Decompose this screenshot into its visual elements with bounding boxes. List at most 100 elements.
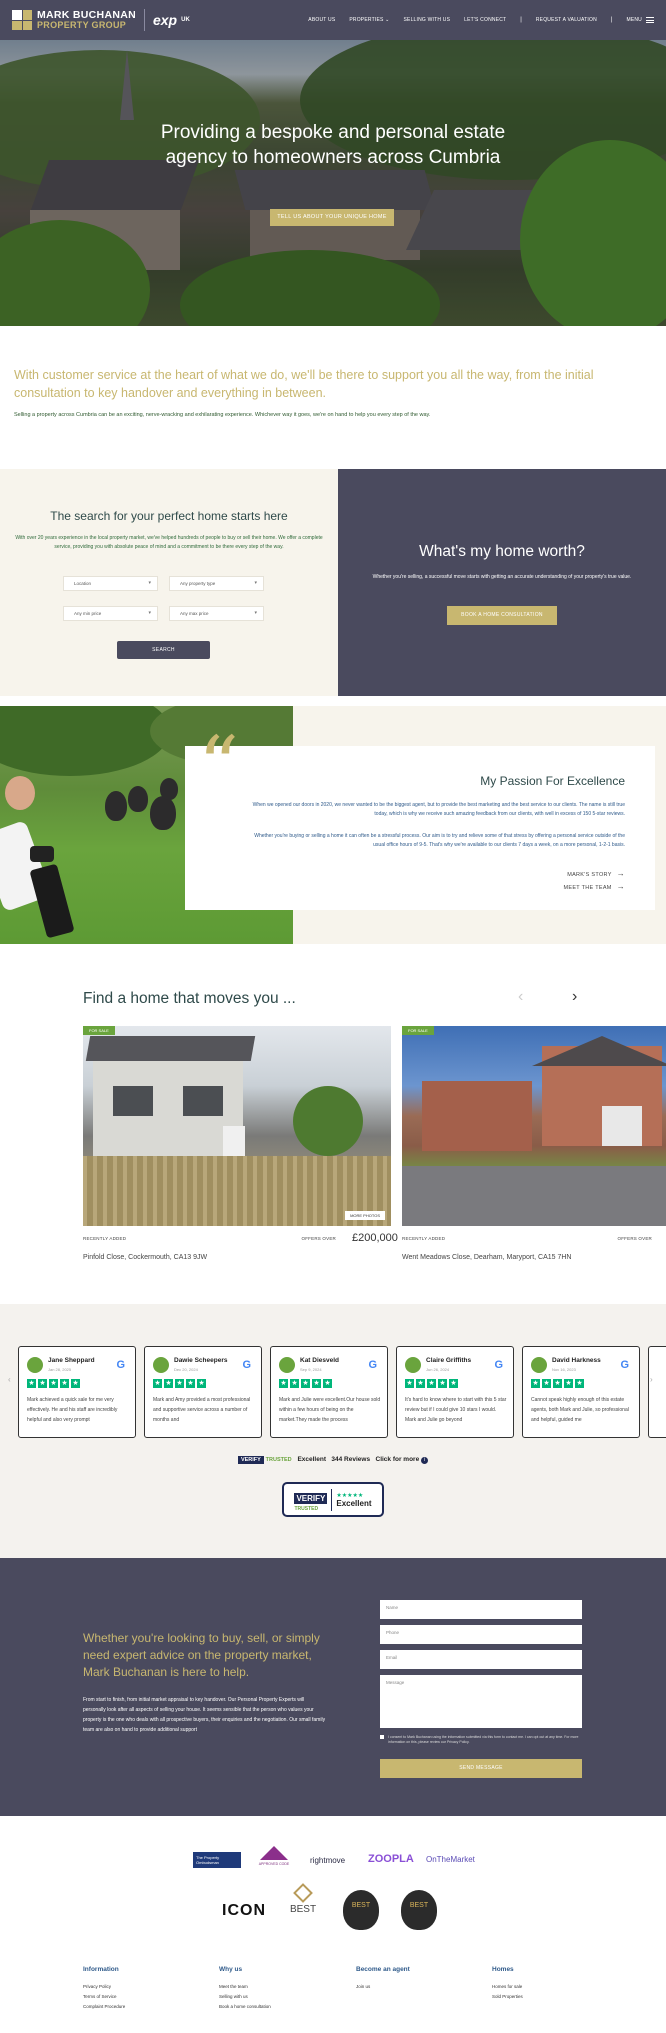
review-text: Mark and Amy provided a most professiona… [153, 1397, 251, 1423]
review-text: It's hard to know where to start with th… [405, 1397, 507, 1423]
intro-lead: With customer service at the heart of wh… [14, 368, 594, 400]
brand-subname: PROPERTY GROUP [37, 20, 127, 31]
book-consultation-button[interactable]: BOOK A HOME CONSULTATION [447, 606, 557, 625]
phone-field[interactable]: Phone [380, 1625, 582, 1644]
review-card: David Harkness Nov 16, 2023 G ★ ★ ★ ★ ★ Cann… [522, 1346, 640, 1438]
footer-link[interactable]: Complaint Procedure [83, 2004, 125, 2009]
quote-icon: “ [198, 719, 239, 812]
google-icon: G [368, 1359, 377, 1371]
property-type-select[interactable]: Any property type [169, 576, 264, 591]
passion-card: My Passion For Excellence When we opened… [185, 746, 655, 910]
avatar [279, 1357, 295, 1373]
menu-button[interactable]: MENU [626, 17, 654, 23]
nav-about-us[interactable]: ABOUT US [308, 17, 335, 23]
review-date: Jan 28, 2025 [48, 1367, 72, 1372]
contact-body: From start to finish, from initial marke… [83, 1697, 326, 1733]
review-card: Jane Sheppard Jan 28, 2025 G ★ ★ ★ ★ ★ Mark … [18, 1346, 136, 1438]
trust-more-link: Click for more [375, 1456, 420, 1463]
name-field[interactable]: Name [380, 1600, 582, 1619]
review-card: Kat Diesveld Sep 9, 2024 G ★ ★ ★ ★ ★ Mark an… [270, 1346, 388, 1438]
logo-mark-icon [12, 10, 32, 30]
email-field[interactable]: Email [380, 1650, 582, 1669]
page: MARK BUCHANAN PROPERTY GROUP exp UK ABOU… [0, 0, 666, 2033]
nav-properties[interactable]: PROPERTIES ⌄ [349, 17, 389, 23]
trust-summary[interactable]: VERIFY TRUSTED Excellent 344 Reviews Cli… [0, 1456, 666, 1464]
footer-link[interactable]: Selling with us [219, 1994, 248, 1999]
site-header: MARK BUCHANAN PROPERTY GROUP exp UK ABOU… [0, 0, 666, 40]
footer-link[interactable]: Homes for sale [492, 1984, 522, 1989]
nav-selling-with-us[interactable]: SELLING WITH US [404, 17, 451, 23]
valuation-panel: What's my home worth? Whether you're sel… [338, 469, 666, 696]
footer-link[interactable]: Join us [356, 1984, 370, 1989]
info-icon: i [421, 1457, 429, 1464]
valuation-text: Whether you're selling, a successful mov… [372, 574, 632, 580]
property-card[interactable]: FOR SALE MORE PHOTOS [83, 1026, 391, 1226]
hero-cta-button[interactable]: TELL US ABOUT YOUR UNIQUE HOME [270, 209, 394, 226]
card-price: £200,000 [352, 1232, 398, 1244]
reviewer-name: Jane Sheppard [48, 1357, 95, 1364]
rightmove-logo: rightmove [310, 1856, 346, 1865]
meet-the-team-link[interactable]: MEET THE TEAM → [563, 882, 625, 891]
footer-heading: Why us [219, 1966, 243, 1973]
consent-checkbox[interactable]: I consent to Mark Buchanan using the inf… [380, 1735, 582, 1745]
review-date: Dec 20, 2024 [174, 1367, 198, 1372]
review-text: Cannot speak highly enough of this estat… [531, 1397, 629, 1423]
reviewer-name: David Harkness [552, 1357, 601, 1364]
avatar [405, 1357, 421, 1373]
review-card: Claire Griffiths Jun 26, 2024 G ★ ★ ★ ★ ★ It… [396, 1346, 514, 1438]
card-status: RECENTLY ADDED [402, 1236, 446, 1241]
property-ombudsman-logo: The Property Ombudsman [193, 1852, 241, 1868]
carousel-prev-icon[interactable]: ‹ [518, 988, 523, 1006]
footer-heading: Information [83, 1966, 119, 1973]
message-field[interactable]: Message [380, 1675, 582, 1728]
star-rating: ★ ★ ★ ★ ★ [531, 1379, 584, 1388]
status-badge: FOR SALE [83, 1026, 115, 1035]
reviews-prev-icon[interactable]: ‹ [8, 1375, 11, 1384]
passion-text-1: When we opened our doors in 2020, we nev… [252, 802, 625, 817]
max-price-select[interactable]: Any max price [169, 606, 264, 621]
arrow-right-icon: → [616, 882, 625, 891]
card-address[interactable]: Went Meadows Close, Dearham, Maryport, C… [402, 1254, 572, 1261]
avatar [153, 1357, 169, 1373]
nav-lets-connect[interactable]: LET'S CONNECT [464, 17, 506, 23]
review-text: Mark achieved a quick sale for me very e… [27, 1397, 118, 1423]
nav-request-valuation[interactable]: REQUEST A VALUATION [536, 17, 597, 23]
google-icon: G [494, 1359, 503, 1371]
nav-divider: | [610, 17, 613, 23]
footer-link[interactable]: Book a home consultation [219, 2004, 271, 2009]
brand-name: MARK BUCHANAN [37, 8, 136, 21]
footer-link[interactable]: Terms of Service [83, 1994, 117, 1999]
footer-link[interactable]: Sold Properties [492, 1994, 523, 1999]
accreditations: The Property Ombudsman APPROVED CODE rig… [0, 1816, 666, 2033]
footer-link[interactable]: Meet the team [219, 1984, 248, 1989]
footer-link[interactable]: Privacy Policy [83, 1984, 111, 1989]
trust-rating: Excellent [297, 1456, 326, 1463]
review-date: Nov 16, 2023 [552, 1367, 576, 1372]
marks-story-link[interactable]: MARK'S STORY → [567, 869, 625, 878]
brand-logo[interactable]: MARK BUCHANAN PROPERTY GROUP [12, 10, 136, 31]
best-badge-logo: BEST [343, 1890, 379, 1930]
zoopla-logo: ZOOPLA [368, 1853, 414, 1865]
review-text: Mark and Julie were excellent.Our house … [279, 1397, 381, 1423]
card-address[interactable]: Pinfold Close, Cockermouth, CA13 9JW [83, 1254, 207, 1261]
best-badge-logo: BEST [401, 1890, 437, 1930]
search-button[interactable]: SEARCH [117, 641, 210, 659]
reviewer-name: Claire Griffiths [426, 1357, 472, 1364]
carousel-next-icon[interactable]: › [572, 988, 577, 1006]
location-select[interactable]: Location [63, 576, 158, 591]
passion-text-2: Whether you're buying or selling a home … [254, 833, 625, 848]
icon-award-logo: ICON [222, 1902, 266, 1919]
google-icon: G [242, 1359, 251, 1371]
footer-heading: Homes [492, 1966, 514, 1973]
contact-lead: Whether you're looking to buy, sell, or … [83, 1631, 320, 1679]
verify-trusted-badge[interactable]: VERIFY TRUSTED ★★★★★ Excellent [282, 1482, 384, 1517]
badge-stars-icon: ★★★★★ [336, 1492, 364, 1499]
star-rating: ★ ★ ★ ★ ★ [153, 1379, 206, 1388]
exp-region: UK [181, 17, 190, 23]
property-card[interactable]: FOR SALE [402, 1026, 666, 1226]
more-photos-button[interactable]: MORE PHOTOS [345, 1211, 385, 1220]
send-message-button[interactable]: SEND MESSAGE [380, 1759, 582, 1778]
reviewer-name: Dawie Scheepers [174, 1357, 228, 1364]
min-price-select[interactable]: Any min price [63, 606, 158, 621]
reviews-next-icon[interactable]: › [650, 1375, 653, 1384]
